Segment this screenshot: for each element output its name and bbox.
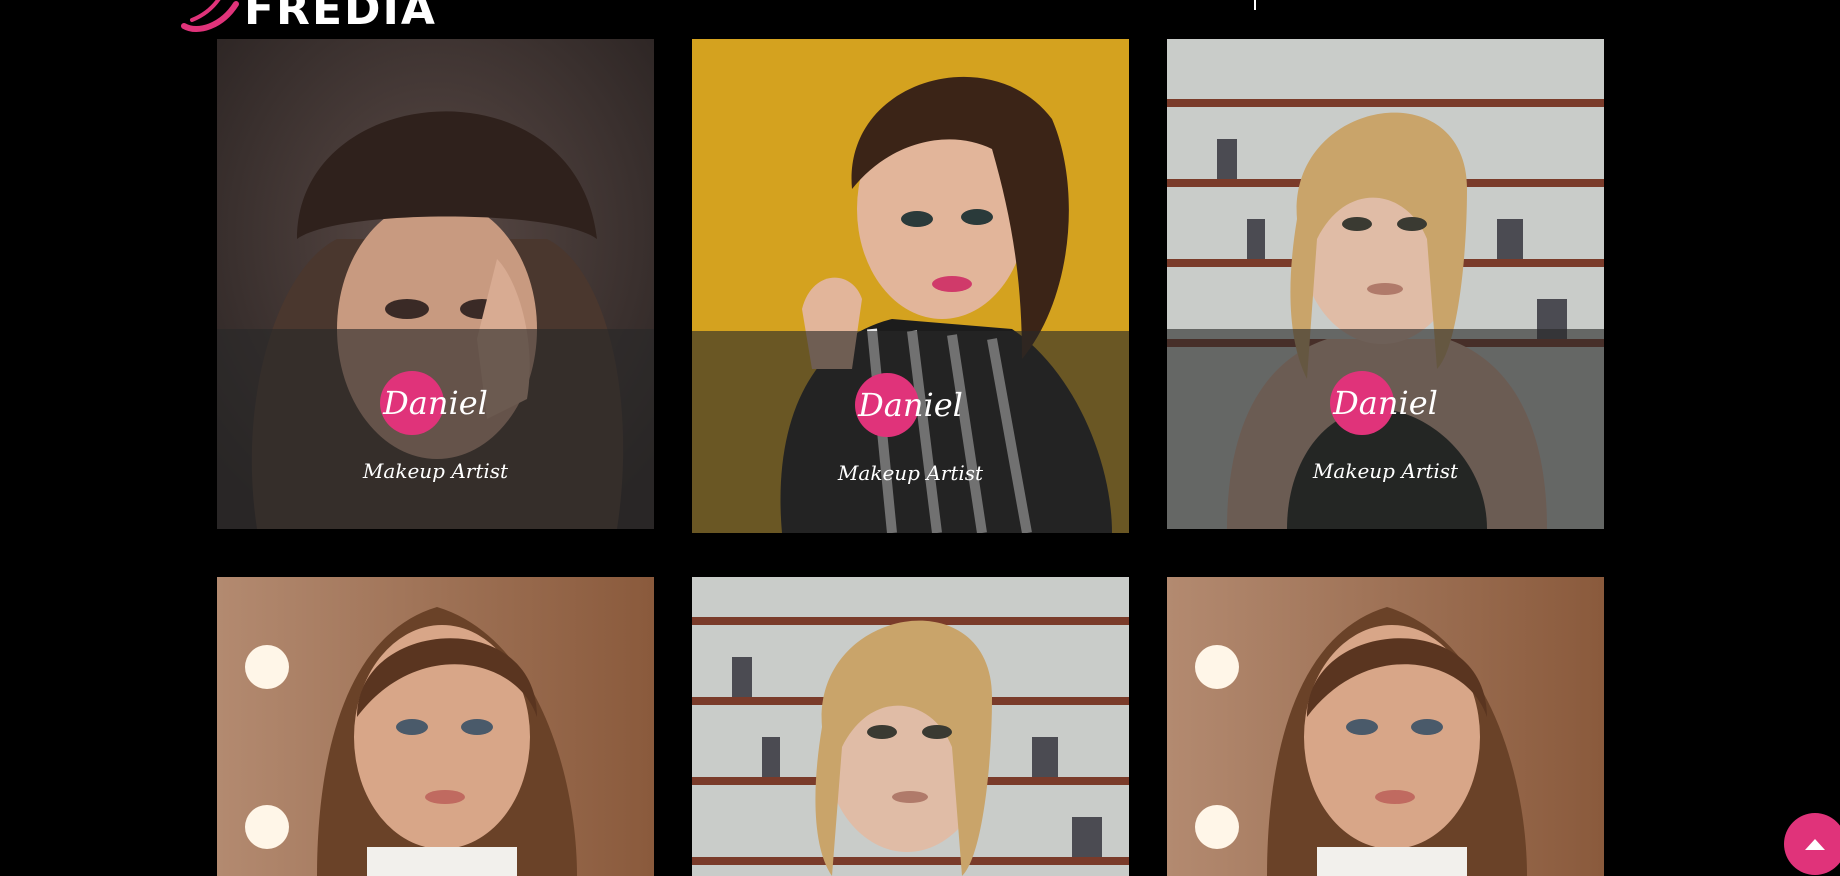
member-name[interactable]: Daniel [858,373,963,437]
brand-swoosh-icon [181,0,239,32]
team-card[interactable]: Daniel Makeup Artist [692,39,1129,533]
card-caption: Daniel Makeup Artist [217,329,654,529]
member-name[interactable]: Daniel [1333,371,1438,435]
team-photo [217,577,654,876]
member-role: Makeup Artist [1312,459,1459,483]
page: FREDIA Daniel Makeup Artist Daniel Makeu… [0,0,1840,876]
team-card[interactable] [217,577,654,876]
arrow-up-icon [1805,839,1825,850]
brand-name: FREDIA [244,0,437,35]
team-card[interactable]: Daniel Makeup Artist [1167,39,1604,529]
member-role: Makeup Artist [837,461,984,485]
member-name[interactable]: Daniel [383,371,488,435]
scroll-to-top-button[interactable] [1784,813,1840,875]
team-photo [1167,577,1604,876]
brand-logo[interactable]: FREDIA [178,0,437,34]
member-role: Makeup Artist [362,459,509,483]
team-card[interactable]: Daniel Makeup Artist [217,39,654,529]
card-caption: Daniel Makeup Artist [692,331,1129,533]
team-card[interactable] [1167,577,1604,876]
card-caption: Daniel Makeup Artist [1167,329,1604,529]
nav-divider [1254,0,1256,10]
team-card[interactable] [692,577,1129,876]
team-photo [692,577,1129,876]
